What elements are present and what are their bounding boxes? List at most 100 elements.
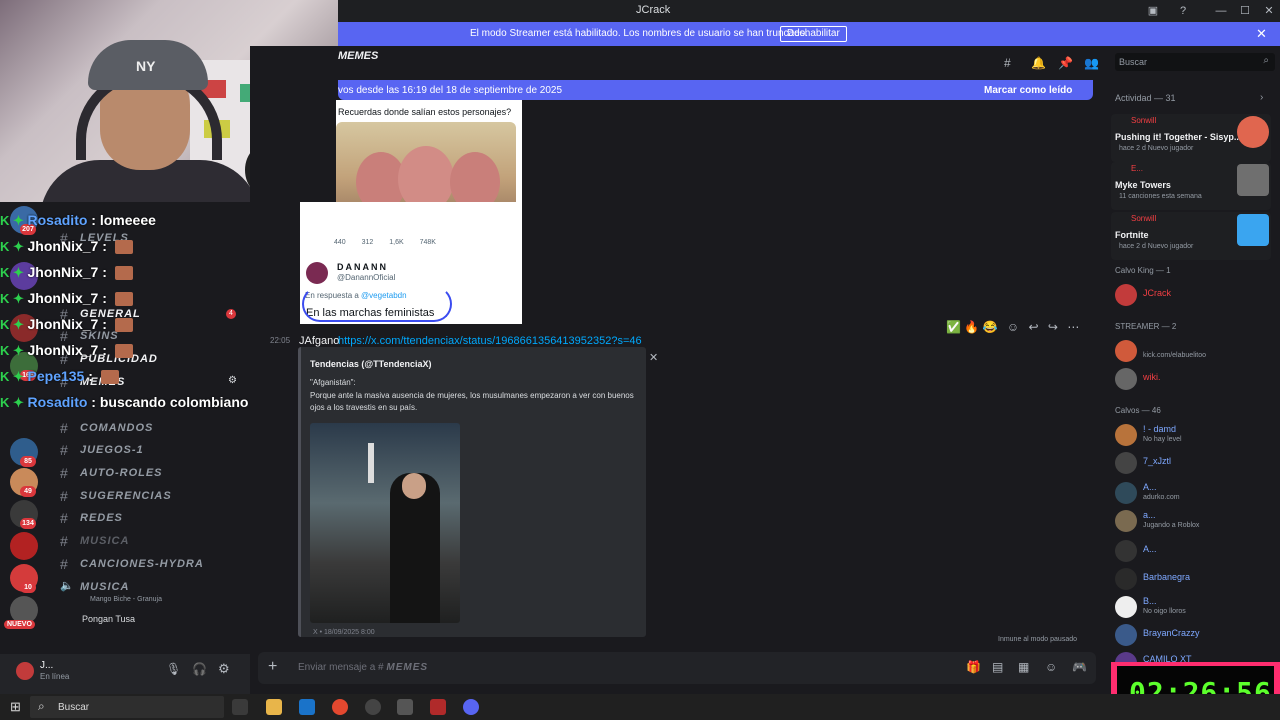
channel-item-musica[interactable]: # MUSICA	[58, 533, 254, 551]
user-panel: J... En línea 🎙 🎧 ⚙	[0, 654, 250, 694]
embed-close-icon[interactable]: ✕	[649, 351, 658, 364]
chat-line: K ✦ JhonNix_7 :	[0, 316, 133, 336]
threads-icon[interactable]: #	[1004, 56, 1011, 70]
microphone-icon[interactable]: 🎙	[166, 662, 181, 676]
gamepad-icon[interactable]: 🎮	[1072, 660, 1087, 674]
hash-icon: #	[60, 533, 68, 549]
windows-start-icon[interactable]: ⊞	[10, 699, 21, 715]
tweet-screenshot-top: Recuerdas donde salían estos personajes?	[336, 100, 522, 234]
minimize-icon[interactable]: —	[1214, 4, 1228, 18]
activity-card[interactable]: Sonwill Fortnite hace 2 d Nuevo jugador	[1111, 212, 1271, 260]
obs-icon[interactable]	[365, 699, 381, 715]
tweet-stats: 440 312 1,6K 748K	[334, 239, 436, 246]
reply-icon[interactable]: ↩	[1029, 320, 1039, 334]
close-icon[interactable]: ✕	[1262, 4, 1276, 18]
channel-item-canciones-hydra[interactable]: # CANCIONES-HYDRA	[58, 556, 254, 574]
member-item[interactable]: kick.com/elabuelitoo	[1115, 338, 1275, 364]
pin-icon[interactable]: 📌	[1058, 56, 1073, 70]
member-item[interactable]: 7_xJztl	[1115, 450, 1275, 476]
embed-image[interactable]	[310, 423, 460, 623]
search-input[interactable]: Buscar ⌕	[1115, 53, 1275, 71]
tweet-question: Recuerdas donde salían estos personajes?	[338, 107, 512, 117]
avatar[interactable]	[16, 662, 34, 680]
check-reaction-icon[interactable]: ✅	[946, 320, 961, 334]
task-view-icon[interactable]	[232, 699, 248, 715]
mark-as-read-button[interactable]: Marcar como leído	[984, 85, 1072, 96]
chevron-right-icon[interactable]: ›	[1260, 92, 1263, 103]
message-actions: ✅ 🔥 😂 ☺ ↩ ↪ ⋯	[946, 320, 1079, 334]
member-item[interactable]: wiki.	[1115, 366, 1275, 392]
banner-close-icon[interactable]: ✕	[1256, 26, 1267, 42]
settings-gear-icon[interactable]: ⚙	[218, 661, 230, 677]
member-item[interactable]: B... No oigo lloros	[1115, 594, 1275, 620]
sticker-icon[interactable]: ▦	[1018, 660, 1029, 674]
drawn-circle	[302, 286, 452, 322]
server-icon[interactable]: 49	[10, 468, 38, 497]
maximize-icon[interactable]: ☐	[1238, 4, 1252, 18]
chat-line: K ✦ JhonNix_7 :	[0, 290, 133, 310]
link-embed: Tendencias (@TTendenciaX) ✕ "Afganistán"…	[298, 347, 658, 637]
server-icon[interactable]: 10	[10, 564, 38, 593]
channel-label: AUTO-ROLES	[80, 467, 163, 479]
forward-icon[interactable]: ↪	[1048, 320, 1058, 334]
add-reaction-icon[interactable]: ☺	[1007, 320, 1019, 334]
voice-channel-musica[interactable]: 🔈 MUSICA	[58, 579, 254, 597]
server-badge: 10	[20, 582, 36, 593]
server-icon[interactable]: 85	[10, 438, 38, 467]
headset-icon[interactable]: 🎧	[192, 662, 207, 676]
member-item[interactable]: BrayanCrazzy	[1115, 622, 1275, 648]
channel-title: MEMES	[338, 50, 379, 62]
new-messages-bar[interactable]: vos desde las 16:19 del 18 de septiembre…	[338, 80, 1093, 100]
more-icon[interactable]: ⋯	[1067, 320, 1079, 334]
fire-reaction-icon[interactable]: 🔥	[964, 320, 979, 334]
taskbar-search[interactable]: ⌕ Buscar	[30, 696, 224, 718]
disable-streamer-button[interactable]: Deshabilitar	[780, 26, 847, 42]
help-icon[interactable]: ?	[1176, 4, 1190, 18]
member-item[interactable]: a... Jugando a Roblox	[1115, 508, 1275, 534]
server-icon[interactable]	[10, 532, 38, 560]
channel-item-sugerencias[interactable]: # SUGERENCIAS	[58, 488, 254, 506]
member-item[interactable]: JCrack	[1115, 282, 1275, 308]
member-item[interactable]: Barbanegra	[1115, 566, 1275, 592]
app-icon[interactable]	[397, 699, 413, 715]
channel-item-comandos[interactable]: # COMANDOS	[58, 420, 254, 438]
member-item[interactable]: A...	[1115, 538, 1275, 564]
game-thumbnail	[1237, 116, 1269, 148]
hash-icon: #	[60, 442, 68, 458]
album-thumbnail	[1237, 164, 1269, 196]
message-link[interactable]: https://x.com/ttendenciax/status/1968661…	[338, 335, 642, 347]
laugh-reaction-icon[interactable]: 😂	[983, 320, 998, 334]
emote	[114, 343, 133, 358]
message-author[interactable]: JAfgano	[299, 335, 339, 347]
activity-card[interactable]: Sonwill Pushing it! Together - Sisyp... …	[1111, 114, 1271, 162]
emoji-icon[interactable]: ☺	[1045, 660, 1057, 674]
server-icon[interactable]: 134	[10, 500, 38, 529]
attach-plus-icon[interactable]: +	[268, 658, 277, 676]
inbox-icon[interactable]: ▣	[1146, 4, 1160, 18]
channel-item-auto-roles[interactable]: # AUTO-ROLES	[58, 465, 254, 483]
channel-item-juegos[interactable]: # JUEGOS-1	[58, 442, 254, 460]
server-badge: 49	[20, 486, 36, 497]
new-messages-text: vos desde las 16:19 del 18 de septiembre…	[338, 85, 563, 96]
members-icon[interactable]: 👥	[1084, 56, 1099, 70]
embed-author[interactable]: Tendencias (@TTendenciaX)	[310, 359, 431, 369]
message-input[interactable]: Enviar mensaje a # MEMES	[298, 662, 428, 673]
bell-icon[interactable]: 🔔	[1031, 56, 1046, 70]
channel-item-redes[interactable]: # REDES	[58, 510, 254, 528]
message-composer[interactable]: + Enviar mensaje a # MEMES 🎁 ▤ ▦ ☺ 🎮	[258, 652, 1096, 684]
discord-icon[interactable]	[463, 699, 479, 715]
activity-card[interactable]: E... Myke Towers 11 canciones esta seman…	[1111, 162, 1271, 210]
member-item[interactable]: A... adurko.com	[1115, 480, 1275, 506]
file-explorer-icon[interactable]	[266, 699, 282, 715]
gif-icon[interactable]: ▤	[992, 660, 1003, 674]
emote	[114, 291, 133, 306]
voice-listener[interactable]: Pongan Tusa	[82, 614, 135, 624]
channel-label: MUSICA	[80, 581, 130, 593]
channel-label: MUSICA	[80, 535, 130, 547]
hash-icon: #	[60, 510, 68, 526]
app-icon[interactable]	[430, 699, 446, 715]
gift-icon[interactable]: 🎁	[966, 660, 981, 674]
chrome-icon[interactable]	[332, 699, 348, 715]
member-item[interactable]: ! - damd No hay level	[1115, 422, 1275, 448]
outlook-icon[interactable]	[299, 699, 315, 715]
